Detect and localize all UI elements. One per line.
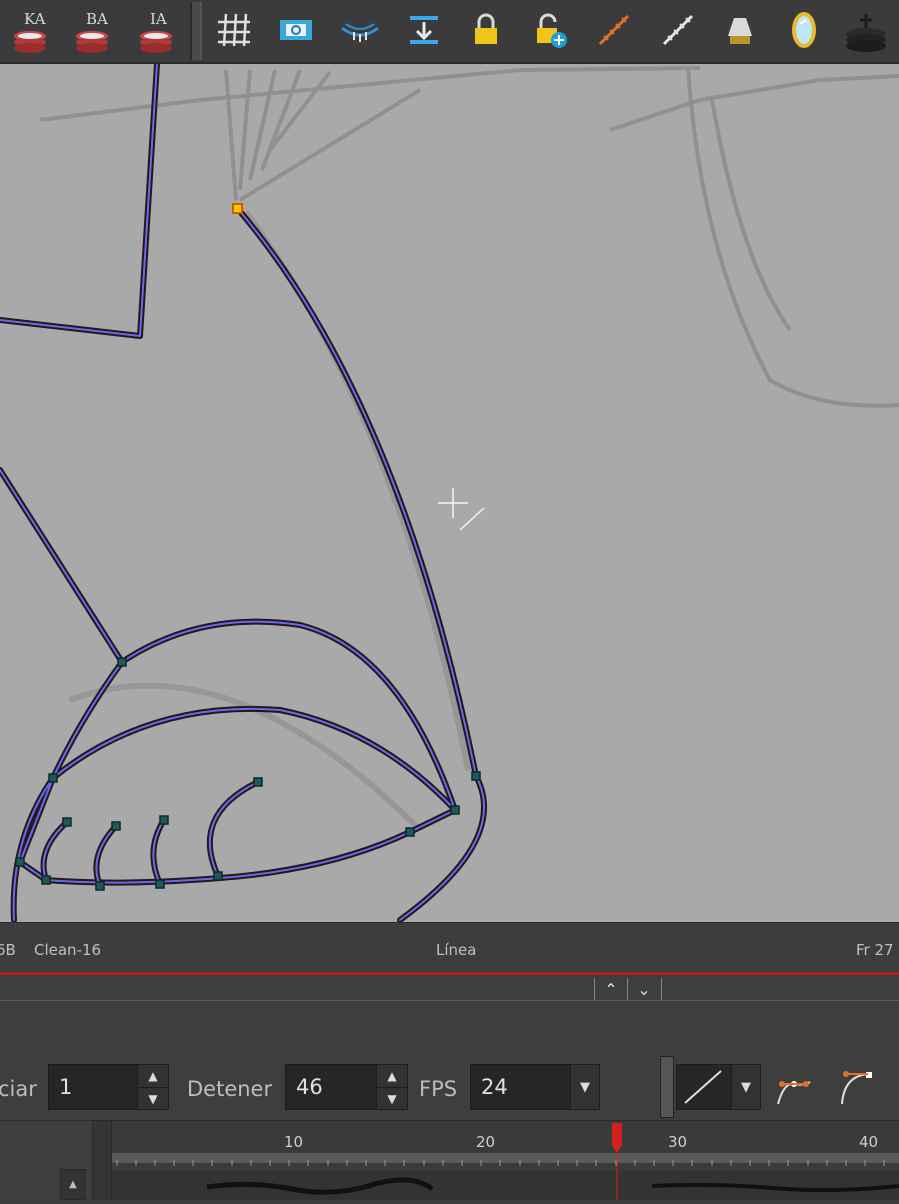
frame-label-10: 10 (284, 1133, 304, 1151)
light-table-icon (341, 23, 379, 42)
frame-ruler[interactable] (112, 1153, 899, 1166)
stop-label: Detener (187, 1077, 273, 1101)
mirror-icon (792, 12, 816, 48)
flatten-icon (410, 16, 438, 44)
grid-button[interactable] (210, 4, 258, 56)
current-tool-label: Línea (436, 941, 477, 959)
chevron-down-icon[interactable]: ⌄ (627, 978, 660, 1000)
frame-indicator: Fr 27 (856, 941, 894, 959)
lock-button[interactable] (462, 4, 510, 56)
ia-label: IA (150, 10, 167, 28)
toolbar-separator[interactable] (190, 2, 202, 60)
flatten-button[interactable] (400, 4, 448, 56)
light-table-button[interactable] (336, 4, 384, 56)
ruler-2-button[interactable] (654, 4, 702, 56)
bezier-ease-icon (777, 1081, 811, 1105)
unlock-add-icon (537, 13, 567, 48)
viewport-status-bar: 6B Clean-16 Línea Fr 27 (0, 922, 899, 975)
mirror-button[interactable] (780, 4, 828, 56)
frame-ticks (116, 1160, 885, 1166)
stepper-down-icon[interactable]: ▼ (138, 1088, 168, 1110)
fps-dropdown-button[interactable]: ▼ (570, 1064, 600, 1110)
camera-mask-icon (280, 20, 312, 40)
ease-out-button[interactable] (832, 1064, 880, 1110)
linear-ease-icon (684, 1070, 722, 1104)
drawing-artwork (0, 64, 899, 922)
drawing-canvas[interactable] (0, 64, 899, 922)
playhead[interactable] (611, 1121, 623, 1200)
frame-label-30: 30 (668, 1133, 688, 1151)
lamp-button[interactable] (716, 4, 764, 56)
toolbar-grip[interactable] (660, 1056, 674, 1118)
unlock-all-button[interactable] (526, 4, 574, 56)
camera-mask-button[interactable] (272, 4, 320, 56)
audio-waveform (206, 1177, 899, 1195)
ka-label: KA (24, 10, 46, 28)
frame-label-40: 40 (859, 1133, 879, 1151)
stack-button[interactable] (842, 4, 890, 56)
stack-icon (846, 14, 886, 52)
drawing-name-label: Clean-16 (34, 941, 102, 959)
lock-icon (475, 13, 497, 44)
chevron-up-icon[interactable]: ⌃ (595, 978, 627, 1000)
panel-divider (0, 1000, 899, 1001)
ease-in-out-button[interactable] (770, 1064, 818, 1110)
easing-dropdown-button[interactable]: ▼ (731, 1064, 761, 1110)
scroll-up-icon[interactable]: ▲ (60, 1169, 86, 1200)
frame-label-20: 20 (476, 1133, 496, 1151)
playhead-marker-icon (612, 1123, 622, 1200)
panel-collapse-controls: ⌃ ⌄ (594, 978, 662, 1000)
ruler-white-icon (662, 14, 694, 46)
ba-label: BA (86, 10, 108, 28)
status-left-fragment: 6B (0, 941, 16, 959)
stop-frame-field[interactable]: 46 (285, 1064, 377, 1110)
ruler-orange-icon (598, 14, 630, 46)
start-label: ciar (0, 1077, 37, 1101)
start-frame-stepper[interactable]: ▲ ▼ (137, 1064, 169, 1110)
ia-layer-button[interactable]: IA (132, 4, 180, 56)
stop-frame-stepper[interactable]: ▲ ▼ (376, 1064, 408, 1110)
timeline-splitter[interactable] (92, 1121, 112, 1200)
ruler-button[interactable] (590, 4, 638, 56)
stepper-up-icon[interactable]: ▲ (138, 1065, 168, 1088)
audio-track[interactable] (112, 1171, 899, 1200)
ba-layer-button[interactable]: BA (68, 4, 116, 56)
easing-preset-box[interactable] (676, 1064, 732, 1110)
timeline: ▲ 10 20 30 40 (0, 1120, 899, 1200)
ka-layer-button[interactable]: KA (6, 4, 54, 56)
timeline-layer-column: ▲ (0, 1121, 92, 1200)
grid-icon (218, 13, 250, 47)
stepper-up-icon[interactable]: ▲ (377, 1065, 407, 1088)
fps-label: FPS (419, 1077, 458, 1101)
fps-field[interactable]: 24 (470, 1064, 572, 1110)
top-toolbar: KA BA IA (0, 0, 899, 64)
lamp-icon (728, 18, 752, 44)
curve-ease-icon (841, 1071, 872, 1105)
stepper-down-icon[interactable]: ▼ (377, 1088, 407, 1110)
start-frame-field[interactable]: 1 (48, 1064, 138, 1110)
